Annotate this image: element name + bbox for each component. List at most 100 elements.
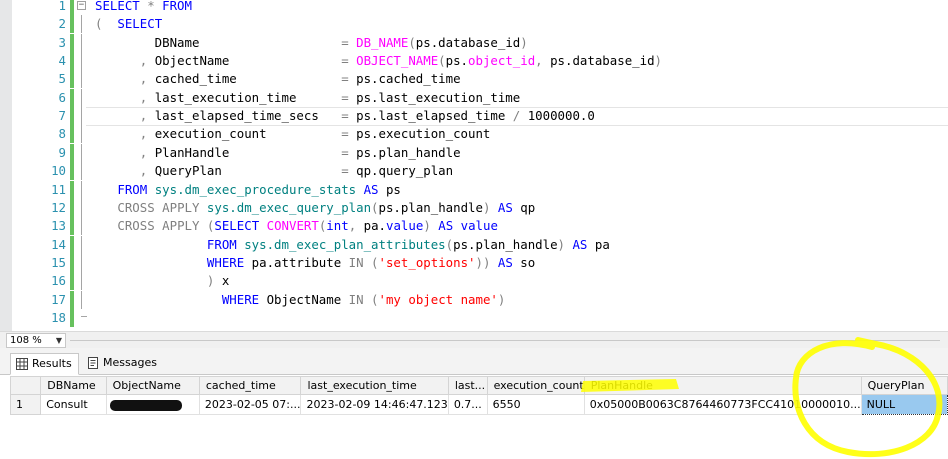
code-text: CROSS APPLY sys.dm_exec_query_plan(ps.pl…	[95, 199, 535, 217]
tab-results-label: Results	[32, 357, 72, 370]
cell-execution-count[interactable]: 6550	[486, 394, 585, 415]
code-token: SELECT	[95, 0, 148, 13]
column-header-last-execution-time[interactable]: last_execution_time	[300, 376, 449, 395]
outline-guide	[81, 162, 82, 180]
code-line[interactable]: 13 CROSS APPLY (SELECT CONVERT(int, pa.v…	[0, 217, 948, 235]
column-header-planhandle[interactable]: PlanHandle	[583, 376, 862, 395]
code-token: AS	[497, 255, 521, 270]
code-token: execution_count	[154, 126, 342, 141]
code-token: 'set_options'	[378, 255, 476, 270]
code-line[interactable]: 5 , cached_time = ps.cached_time	[0, 70, 948, 88]
cell-planhandle[interactable]: 0x05000B0063C8764460773FCC41010000010...	[583, 394, 862, 415]
cell-objectname[interactable]	[105, 394, 200, 415]
code-line[interactable]: 4 , ObjectName = OBJECT_NAME(ps.object_i…	[0, 52, 948, 70]
horizontal-scrollbar[interactable]	[70, 336, 940, 345]
outline-guide	[81, 199, 82, 217]
change-marker	[70, 15, 74, 33]
zoom-dropdown[interactable]: 108 % ▼	[6, 333, 66, 348]
code-line[interactable]: 3 DBName = DB_NAME(ps.database_id)	[0, 34, 948, 52]
code-line[interactable]: 2 ( SELECT	[0, 15, 948, 33]
code-line[interactable]: 16 ) x	[0, 272, 948, 290]
code-line[interactable]: 17 WHERE ObjectName IN ('my object name'…	[0, 291, 948, 309]
change-marker	[70, 199, 74, 217]
code-token: AS	[363, 182, 386, 197]
cell-queryplan[interactable]: NULL	[860, 394, 948, 415]
code-line[interactable]: 9 , PlanHandle = ps.plan_handle	[0, 144, 948, 162]
code-token: DB_NAME	[356, 35, 409, 50]
tab-messages[interactable]: Messages	[82, 353, 162, 375]
code-token: =	[341, 71, 357, 86]
code-line[interactable]: 11 FROM sys.dm_exec_procedure_stats AS p…	[0, 181, 948, 199]
code-token: ,	[139, 90, 155, 105]
line-number: 14	[51, 237, 66, 252]
outline-guide	[81, 70, 82, 88]
outline-guide	[81, 291, 82, 309]
code-token: ps.database_id	[550, 53, 655, 68]
change-marker	[70, 236, 74, 254]
code-token: )	[654, 53, 662, 68]
column-header-queryplan[interactable]: QueryPlan	[860, 376, 948, 395]
cell-last-elapsed[interactable]: 0.7...	[447, 394, 488, 415]
cell-last-execution-time[interactable]: 2023-02-09 14:46:47.123	[300, 394, 449, 415]
code-line[interactable]: 1 − SELECT * FROM	[0, 0, 948, 15]
code-token: pa.attribute	[251, 255, 349, 270]
code-line[interactable]: 7 , last_elapsed_time_secs = ps.last_ela…	[0, 107, 948, 125]
messages-icon	[88, 357, 98, 369]
outline-guide	[81, 89, 82, 107]
editor-status-bar: 108 % ▼	[0, 331, 948, 348]
cell-dbname[interactable]: Consult	[40, 394, 107, 415]
column-header-execution-count[interactable]: execution_count	[486, 376, 585, 395]
code-line[interactable]: 10 , QueryPlan = qp.query_plan	[0, 162, 948, 180]
line-number: 8	[58, 126, 66, 141]
code-line[interactable]: 6 , last_execution_time = ps.last_execut…	[0, 89, 948, 107]
code-line[interactable]: 15 WHERE pa.attribute IN ('set_options')…	[0, 254, 948, 272]
query-editor[interactable]: 1− SELECT * FROM 2( SELECT 3 DBName = DB_NA…	[0, 0, 948, 331]
results-tabs: Results Messages	[0, 348, 948, 375]
results-grid[interactable]: DBName ObjectName cached_time last_execu…	[0, 375, 948, 459]
column-header-cached-time[interactable]: cached_time	[198, 376, 302, 395]
code-token: ps.last_execution_time	[356, 90, 521, 105]
code-line[interactable]: 18	[0, 309, 948, 327]
code-token: ps.plan_handle	[453, 237, 558, 252]
code-line[interactable]: 12 CROSS APPLY sys.dm_exec_query_plan(ps…	[0, 199, 948, 217]
change-marker	[70, 254, 74, 272]
column-header-dbname[interactable]: DBName	[40, 376, 107, 395]
code-token: WHERE	[221, 292, 267, 307]
collapse-icon[interactable]: −	[77, 1, 86, 10]
tab-messages-label: Messages	[103, 356, 157, 369]
code-token: (	[445, 237, 454, 252]
cell-cached-time[interactable]: 2023-02-05 07:...	[198, 394, 302, 415]
code-token: 1000000.0	[527, 108, 595, 123]
code-token: CROSS APPLY	[117, 200, 207, 215]
change-marker	[70, 52, 74, 70]
code-token: ps.cached_time	[356, 71, 461, 86]
column-header-objectname[interactable]: ObjectName	[105, 376, 200, 395]
column-header-last-elapsed[interactable]: last...	[447, 376, 488, 395]
code-line[interactable]: 14 FROM sys.dm_exec_plan_attributes(ps.p…	[0, 236, 948, 254]
line-number: 12	[51, 200, 66, 215]
code-token: cached_time	[154, 71, 342, 86]
grid-header-row: DBName ObjectName cached_time last_execu…	[9, 376, 948, 395]
grid-corner-header[interactable]	[9, 376, 42, 395]
code-text: DBName = DB_NAME(ps.database_id)	[95, 34, 528, 52]
row-number-cell[interactable]: 1	[9, 394, 42, 415]
code-token: qp	[520, 200, 536, 215]
code-token: =	[341, 163, 357, 178]
code-token: ps	[385, 182, 401, 197]
code-text: , ObjectName = OBJECT_NAME(ps.object_id,…	[95, 52, 662, 70]
line-number: 3	[58, 35, 66, 50]
tab-results[interactable]: Results	[10, 353, 79, 375]
change-marker	[70, 70, 74, 88]
change-marker	[70, 162, 74, 180]
code-token: int	[326, 218, 349, 233]
code-token: ps.plan_handle	[378, 200, 483, 215]
line-number: 4	[58, 53, 66, 68]
change-marker	[70, 272, 74, 290]
line-number: 11	[51, 182, 66, 197]
code-line[interactable]: 8 , execution_count = ps.execution_count	[0, 125, 948, 143]
